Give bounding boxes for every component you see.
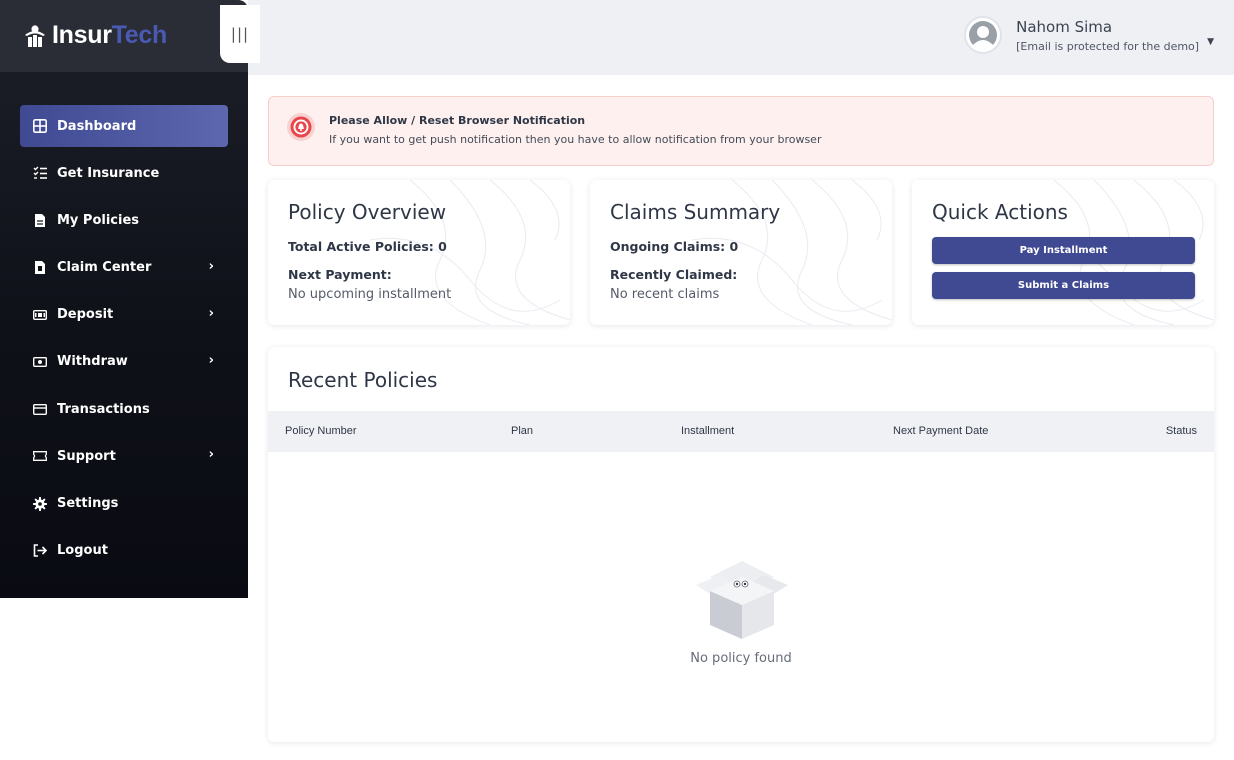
column-header-next-payment-date[interactable]: Next Payment Date [893, 425, 988, 437]
logout-icon [32, 543, 48, 559]
total-active-policies: Total Active Policies: 0 [288, 239, 447, 254]
document-icon [32, 212, 48, 228]
column-header-policy-number[interactable]: Policy Number [285, 425, 357, 437]
pay-installment-button[interactable]: Pay Installment [932, 237, 1195, 264]
sidebar: Insur Tech Dashboard Get Insurance My Pol… [0, 0, 248, 598]
logo-icon [25, 24, 45, 47]
column-header-plan[interactable]: Plan [511, 425, 533, 437]
sidebar-item-transactions[interactable]: Transactions [20, 388, 228, 430]
column-header-installment[interactable]: Installment [681, 425, 734, 437]
sidebar-menu: Dashboard Get Insurance My Policies Clai… [20, 105, 228, 577]
card-title: Claims Summary [610, 200, 781, 224]
card-title: Quick Actions [932, 200, 1068, 224]
user-info: Nahom Sima [Email is protected for the d… [1016, 18, 1199, 53]
brand-logo[interactable]: Insur Tech [22, 21, 167, 50]
caret-down-icon[interactable]: ▼ [1207, 37, 1214, 47]
notification-banner: Please Allow / Reset Browser Notificatio… [268, 96, 1214, 166]
notification-title: Please Allow / Reset Browser Notificatio… [329, 114, 586, 127]
next-payment-value: No upcoming installment [288, 287, 452, 302]
user-email: [Email is protected for the demo] [1016, 39, 1200, 53]
chevron-right-icon: › [208, 352, 214, 368]
logo-bar: Insur Tech [0, 0, 248, 72]
list-check-icon [32, 165, 48, 181]
bell-alert-icon [287, 113, 315, 141]
brand-name-part1: Insur [52, 21, 112, 49]
section-title: Recent Policies [288, 368, 438, 392]
card-title: Policy Overview [288, 200, 447, 224]
sidebar-item-withdraw[interactable]: Withdraw › [20, 341, 228, 383]
recently-claimed-value: No recent claims [610, 287, 720, 302]
sidebar-item-logout[interactable]: Logout [20, 530, 228, 572]
sidebar-item-label: Settings [57, 496, 119, 511]
sidebar-item-label: Support [57, 448, 116, 464]
cash-icon [32, 307, 48, 323]
submit-claim-button[interactable]: Submit a Claims [932, 272, 1195, 299]
user-icon [969, 21, 998, 49]
policy-overview-card: Policy Overview Total Active Policies: 0… [268, 180, 570, 325]
file-icon [32, 260, 48, 276]
sidebar-item-label: My Policies [57, 212, 140, 228]
ticket-icon [32, 448, 48, 464]
sidebar-item-label: Logout [57, 543, 108, 559]
gear-icon [32, 496, 48, 512]
topbar: Nahom Sima [Email is protected for the d… [248, 0, 1234, 75]
sidebar-item-dashboard[interactable]: Dashboard [20, 105, 228, 147]
sidebar-item-support[interactable]: Support › [20, 435, 228, 477]
empty-box-icon [696, 561, 788, 639]
card-icon [32, 401, 48, 417]
chevron-right-icon: › [208, 305, 214, 321]
sidebar-item-claim-center[interactable]: Claim Center › [20, 247, 228, 289]
sidebar-item-label: Deposit [57, 307, 114, 323]
notification-text: If you want to get push notification the… [329, 133, 822, 146]
sidebar-item-label: Claim Center [57, 260, 152, 276]
brand-name-part2: Tech [111, 21, 168, 49]
grid-icon [32, 118, 48, 134]
recent-policies-card: Recent Policies Policy Number Plan Insta… [268, 347, 1214, 742]
user-name: Nahom Sima [1016, 17, 1113, 36]
column-header-status[interactable]: Status [1166, 425, 1197, 437]
sidebar-item-label: Transactions [57, 401, 150, 417]
sidebar-item-get-insurance[interactable]: Get Insurance [20, 152, 228, 194]
sidebar-item-label: Withdraw [57, 354, 128, 370]
chevron-right-icon: › [208, 258, 214, 274]
table-header: Policy Number Plan Installment Next Paym… [268, 411, 1214, 452]
sidebar-item-label: Get Insurance [57, 165, 160, 181]
sidebar-item-label: Dashboard [57, 118, 137, 134]
ongoing-claims: Ongoing Claims: 0 [610, 239, 739, 254]
empty-state-text: No policy found [690, 651, 792, 666]
menu-bars-icon: ||| [230, 25, 250, 43]
sidebar-item-deposit[interactable]: Deposit › [20, 294, 228, 336]
quick-actions-card: Quick Actions Pay Installment Submit a C… [912, 180, 1214, 325]
claims-summary-card: Claims Summary Ongoing Claims: 0 Recentl… [590, 180, 892, 325]
sidebar-item-my-policies[interactable]: My Policies [20, 199, 228, 241]
avatar [964, 16, 1003, 54]
user-menu[interactable]: Nahom Sima [Email is protected for the d… [964, 16, 1214, 54]
recently-claimed-label: Recently Claimed: [610, 267, 738, 282]
chevron-right-icon: › [208, 447, 214, 463]
sidebar-item-settings[interactable]: Settings [20, 483, 228, 525]
next-payment-label: Next Payment: [288, 267, 392, 282]
money-icon [32, 354, 48, 370]
sidebar-toggle-button[interactable]: ||| [220, 5, 260, 63]
